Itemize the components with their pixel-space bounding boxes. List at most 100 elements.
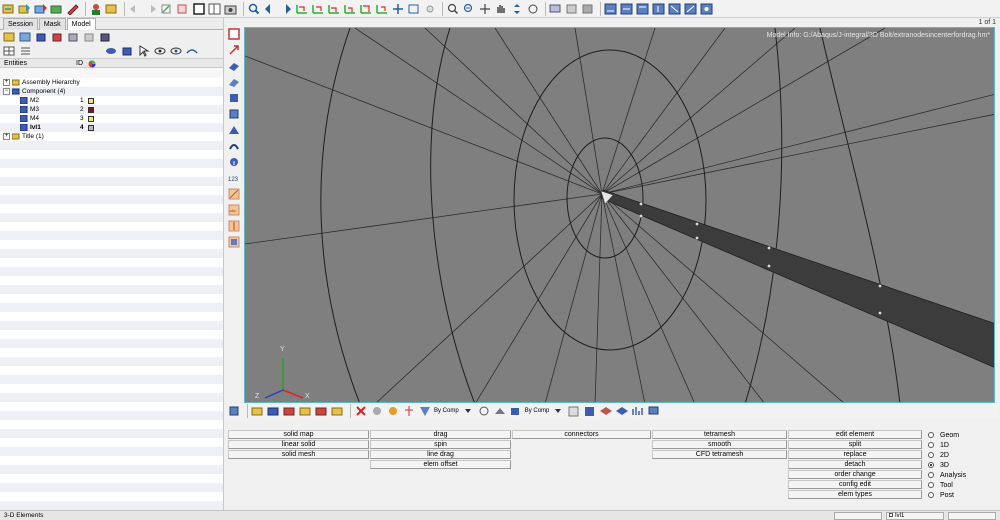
expand-icon[interactable]: +: [3, 79, 10, 86]
tetramesh-button[interactable]: tetramesh: [652, 430, 787, 439]
unmask-icon[interactable]: [176, 2, 190, 16]
color-swatch[interactable]: [88, 106, 94, 113]
radio-button[interactable]: [928, 482, 934, 488]
detach-button[interactable]: detach: [788, 460, 922, 469]
view-iso-icon[interactable]: [375, 2, 389, 16]
import-icon[interactable]: [18, 2, 32, 16]
radio-tool[interactable]: Tool: [928, 480, 953, 490]
tree-row-M2[interactable]: M2 1: [0, 96, 223, 105]
material-icon[interactable]: [67, 30, 81, 44]
system-icon[interactable]: [331, 404, 345, 418]
shaded-icon[interactable]: [581, 2, 595, 16]
abc-icon[interactable]: [228, 220, 240, 232]
wireframe-icon[interactable]: [565, 2, 579, 16]
tree-row-M3[interactable]: M3 2: [0, 105, 223, 114]
component-color-icon[interactable]: [251, 404, 265, 418]
view-front-icon[interactable]: [343, 2, 357, 16]
radio-3d[interactable]: 3D: [928, 460, 949, 470]
solid-mesh-button[interactable]: solid mesh: [228, 450, 369, 459]
display-icon[interactable]: [549, 2, 563, 16]
radio-button[interactable]: [928, 472, 934, 478]
eye-toggle-icon[interactable]: [185, 44, 199, 58]
mesh-shade-icon[interactable]: [493, 404, 507, 418]
tree-row-assembly[interactable]: + Assembly Hierarchy: [0, 78, 223, 87]
current-component-field[interactable]: Ivl1: [886, 512, 944, 520]
smooth-button[interactable]: smooth: [652, 440, 787, 449]
fit-view-icon[interactable]: [407, 2, 421, 16]
mesh-wireframe[interactable]: Y X Z: [245, 28, 995, 403]
vertical-arrows-icon[interactable]: [510, 2, 524, 16]
undo-icon[interactable]: [128, 2, 142, 16]
view-xz-icon[interactable]: [311, 2, 325, 16]
export-icon[interactable]: [34, 2, 48, 16]
show-selected-icon[interactable]: [19, 30, 33, 44]
replace-button[interactable]: replace: [788, 450, 922, 459]
elem-offset-button[interactable]: elem offset: [370, 460, 511, 469]
color-mode-dropdown[interactable]: By Comp: [434, 408, 459, 414]
link-icon[interactable]: [228, 140, 240, 152]
pan-icon[interactable]: [478, 2, 492, 16]
radio-1d[interactable]: 1D: [928, 440, 949, 450]
edit-element-button[interactable]: edit element: [788, 430, 922, 439]
light-icon[interactable]: [423, 2, 437, 16]
view-mode-7-icon[interactable]: [700, 2, 714, 16]
mask-icon[interactable]: [160, 2, 174, 16]
blue-fold-icon[interactable]: [228, 124, 240, 136]
component-icon[interactable]: [35, 30, 49, 44]
constraint-icon[interactable]: [315, 404, 329, 418]
tree-row-component[interactable]: − Component (4): [0, 87, 223, 96]
zoom-out-icon[interactable]: [462, 2, 476, 16]
radio-post[interactable]: Post: [928, 490, 954, 500]
geom-color-dropdown[interactable]: By Comp: [525, 408, 550, 414]
ball-icon[interactable]: [370, 404, 384, 418]
radio-button-selected[interactable]: [928, 462, 934, 468]
blue-box-2-icon[interactable]: [228, 108, 240, 120]
isolate-icon[interactable]: [121, 44, 135, 58]
set-icon[interactable]: [99, 30, 113, 44]
graphics-viewport[interactable]: Y X Z Model Info: G:/Abaqus/J-integral/3…: [244, 27, 995, 403]
split-button[interactable]: split: [788, 440, 922, 449]
shaded-elem-icon[interactable]: [583, 404, 597, 418]
monitor-icon[interactable]: [647, 404, 661, 418]
collapse-icon[interactable]: −: [3, 88, 10, 95]
tools-icon[interactable]: [66, 2, 80, 16]
dropdown-arrow-icon[interactable]: [461, 404, 475, 418]
orange-icon[interactable]: [386, 404, 400, 418]
view-mode-3-icon[interactable]: [636, 2, 650, 16]
property-icon[interactable]: [51, 30, 65, 44]
color-swatch[interactable]: [88, 124, 94, 131]
color-swatch[interactable]: [88, 115, 94, 122]
radio-button[interactable]: [928, 452, 934, 458]
info-icon[interactable]: [228, 156, 240, 168]
spin-icon[interactable]: [526, 2, 540, 16]
show-all-icon[interactable]: [3, 30, 17, 44]
view-mode-1-icon[interactable]: [604, 2, 618, 16]
split-view-icon[interactable]: [208, 2, 222, 16]
view-back-icon[interactable]: [359, 2, 373, 16]
blue-plane-icon[interactable]: [228, 60, 240, 72]
view-mode-2-icon[interactable]: [620, 2, 634, 16]
linear-solid-button[interactable]: linear solid: [228, 440, 369, 449]
assembly-icon[interactable]: [83, 30, 97, 44]
zoom-box-icon[interactable]: [446, 2, 460, 16]
order-change-button[interactable]: order change: [788, 470, 922, 479]
view-mode-4-icon[interactable]: [652, 2, 666, 16]
blue-sphere-icon[interactable]: [105, 44, 119, 58]
property-color-icon[interactable]: [267, 404, 281, 418]
drag-button[interactable]: drag: [370, 430, 511, 439]
zoom-icon[interactable]: [247, 2, 261, 16]
color-swatch[interactable]: [88, 97, 94, 104]
tree-icon[interactable]: [402, 404, 416, 418]
tree-row-Ivl1[interactable]: Ivl1 4: [0, 123, 223, 132]
hand-icon[interactable]: [494, 2, 508, 16]
rotate-right-icon[interactable]: [279, 2, 293, 16]
list-view-icon[interactable]: [19, 44, 33, 58]
tree-row-M4[interactable]: M4 3: [0, 114, 223, 123]
geom-color-icon[interactable]: [509, 404, 523, 418]
radio-geom[interactable]: Geom: [928, 430, 959, 440]
view-yz-icon[interactable]: [327, 2, 341, 16]
eye-show-icon[interactable]: [153, 44, 167, 58]
axis-view-icon[interactable]: [391, 2, 405, 16]
connectors-button[interactable]: connectors: [512, 430, 651, 439]
view-mode-5-icon[interactable]: [668, 2, 682, 16]
